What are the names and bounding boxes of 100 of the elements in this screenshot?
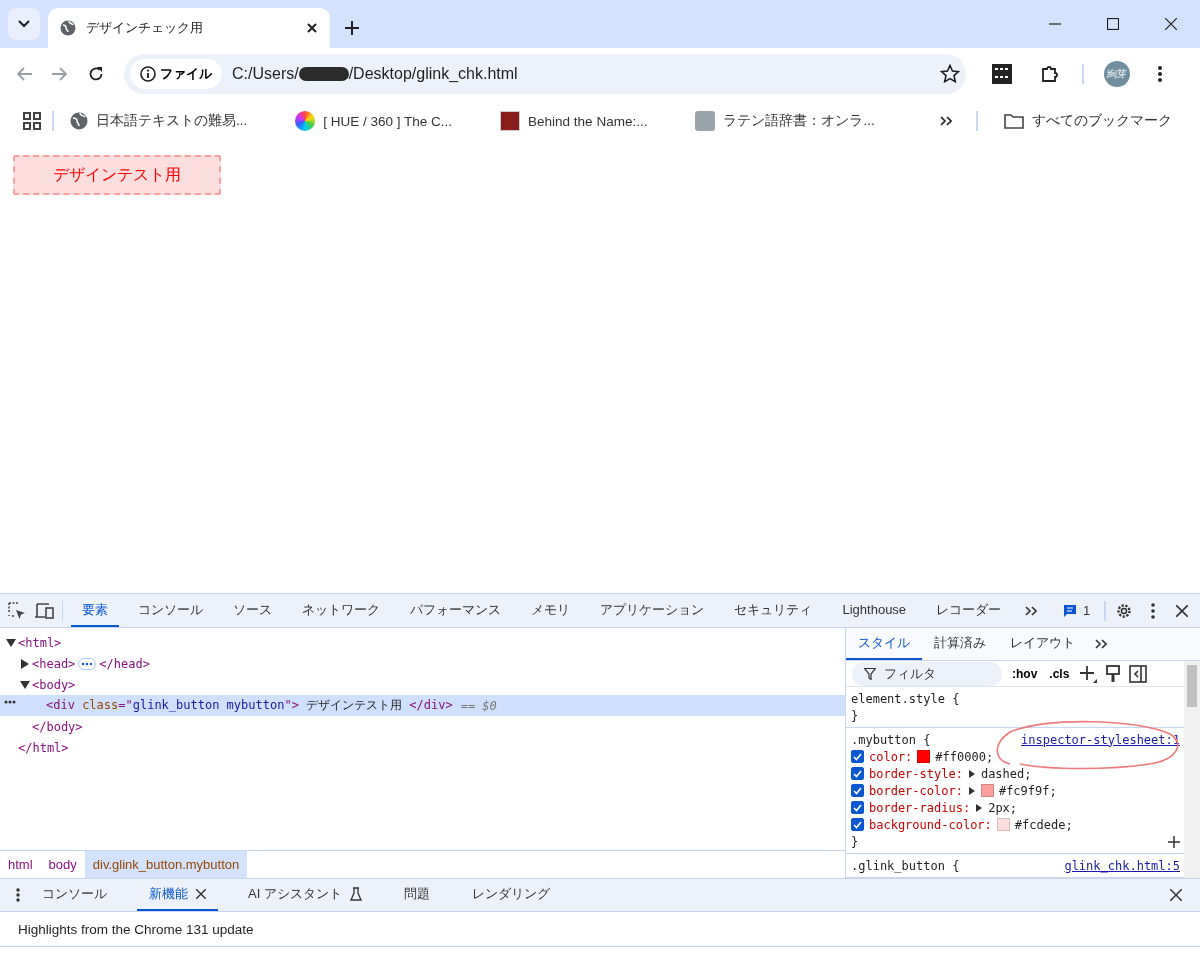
dom-node[interactable]: </html> xyxy=(18,740,69,755)
color-swatch[interactable] xyxy=(917,750,931,763)
binary-code-icon xyxy=(992,64,1012,84)
dom-node[interactable]: </body> xyxy=(32,719,83,734)
css-value: #fcdede; xyxy=(1014,817,1073,832)
drawer-tab[interactable]: コンソール xyxy=(30,879,119,911)
source-link[interactable]: inspector-stylesheet:1 xyxy=(1021,732,1180,747)
css-selector: .mybutton { xyxy=(851,732,931,747)
panel-tab[interactable]: レコーダー xyxy=(925,594,1013,627)
checkbox[interactable] xyxy=(851,784,864,797)
filter-field[interactable]: フィルタ xyxy=(852,661,1002,686)
bookmark-item[interactable]: 日本語テキストの難易... xyxy=(60,108,258,134)
browser-tab[interactable]: デザインチェック用 xyxy=(48,8,330,48)
css-value: 2px; xyxy=(988,800,1018,815)
css-property: border-radius: xyxy=(869,800,971,815)
double-chevron-icon xyxy=(1095,639,1107,649)
url-text: /Desktop/glink_chk.html xyxy=(348,65,518,83)
color-swatch[interactable] xyxy=(996,818,1010,831)
filter-icon xyxy=(864,667,876,680)
collapsed-triangle-icon[interactable] xyxy=(20,658,30,669)
dom-node[interactable]: <body> xyxy=(32,677,76,692)
panel-tab[interactable]: Lighthouse xyxy=(831,594,918,627)
source-link[interactable]: glink_chk.html:5 xyxy=(1064,858,1180,873)
hover-state-toggle[interactable]: :hov xyxy=(1010,666,1040,681)
css-brace: } xyxy=(851,834,859,849)
panel-tab[interactable]: セキュリティ xyxy=(723,594,824,627)
site-logo-icon xyxy=(500,111,521,131)
class-toggle[interactable]: .cls xyxy=(1047,666,1072,681)
more-vertical-icon xyxy=(16,888,20,902)
panel-tab[interactable]: パフォーマンス xyxy=(399,594,513,627)
redaction-mark xyxy=(298,67,349,81)
close-icon[interactable] xyxy=(306,22,318,34)
sidebar-tab[interactable]: レイアウト xyxy=(998,628,1087,660)
dom-node[interactable]: <div class="glink_button mybutton"> デザインテスト用 </div> xyxy=(46,697,453,714)
panel-tab[interactable]: 要素 xyxy=(71,594,120,627)
double-chevron-icon xyxy=(1024,605,1037,616)
panel-tab[interactable]: メモリ xyxy=(520,594,582,627)
selected-row-background[interactable]: <div class="glink_button mybutton"> デザインテスト用 </div> == $0 xyxy=(0,695,845,716)
dom-node[interactable]: </head> xyxy=(99,656,150,671)
css-selector: .glink_button { xyxy=(851,858,960,873)
drawer-tab[interactable]: AI アシスタント xyxy=(236,879,374,911)
sidebar-tab[interactable]: 計算済み xyxy=(922,628,998,660)
panel-tab[interactable]: ソース xyxy=(222,594,284,627)
all-bookmarks-button[interactable]: すべてのブックマーク xyxy=(994,108,1182,134)
breadcrumb[interactable]: body xyxy=(40,851,85,878)
css-brace: } xyxy=(851,708,859,723)
close-icon[interactable] xyxy=(196,889,206,899)
url-text: C:/Users/ xyxy=(232,65,299,83)
site-info-chip[interactable]: ファイル xyxy=(130,59,222,89)
expanded-triangle-icon[interactable] xyxy=(20,679,30,690)
panel-tab[interactable]: ネットワーク xyxy=(291,594,392,627)
device-icon xyxy=(34,602,54,619)
forward-arrow-icon xyxy=(52,67,68,81)
tab-title: デザインチェック用 xyxy=(86,19,204,37)
flask-icon xyxy=(349,887,362,901)
close-icon xyxy=(1170,889,1182,901)
address-bar[interactable]: ファイル C:/Users/ /Desktop/glink_chk.html xyxy=(124,54,966,94)
ellipsis-icon xyxy=(4,700,16,704)
panel-tab[interactable]: コンソール xyxy=(127,594,215,627)
css-property: border-style: xyxy=(869,766,963,781)
breadcrumb[interactable]: html xyxy=(0,851,41,878)
dom-node[interactable]: <html> xyxy=(18,635,62,650)
paint-roller-icon[interactable] xyxy=(1105,664,1122,683)
drawer-tab[interactable]: 問題 xyxy=(391,879,442,911)
plus-icon[interactable] xyxy=(1079,664,1098,683)
star-icon[interactable] xyxy=(940,64,960,84)
more-vertical-icon xyxy=(1150,602,1155,619)
sidebar-toggle-icon[interactable] xyxy=(1129,664,1148,683)
css-value: #ff0000; xyxy=(935,749,994,764)
bookmark-item[interactable]: Behind the Name:... xyxy=(490,107,658,135)
globe-icon xyxy=(70,112,88,130)
double-chevron-icon xyxy=(940,116,952,126)
more-vertical-icon xyxy=(1158,66,1162,82)
back-arrow-icon xyxy=(16,67,32,81)
checkbox[interactable] xyxy=(851,767,864,780)
chevron-down-icon xyxy=(18,20,30,28)
tab-search-button[interactable] xyxy=(8,8,40,40)
close-icon xyxy=(1165,18,1177,30)
scrollbar[interactable] xyxy=(1184,661,1200,878)
sidebar-tab[interactable]: スタイル xyxy=(846,628,922,660)
panel-tab[interactable]: アプリケーション xyxy=(589,594,716,627)
plus-icon[interactable] xyxy=(1168,835,1180,848)
bookmark-item[interactable]: [ HUE / 360 ] The C... xyxy=(285,107,463,135)
issues-counter[interactable]: 1 xyxy=(1056,602,1097,619)
dom-node[interactable]: <head> xyxy=(32,656,76,671)
checkbox[interactable] xyxy=(851,818,864,831)
drawer-tab[interactable]: 新機能 xyxy=(137,879,218,911)
color-swatch[interactable] xyxy=(980,784,994,797)
ellipsis-badge-icon[interactable] xyxy=(78,657,97,670)
breadcrumb[interactable]: div.glink_button.mybutton xyxy=(84,851,248,878)
globe-icon xyxy=(60,20,76,36)
checkbox[interactable] xyxy=(851,750,864,763)
drawer-tab[interactable]: レンダリング xyxy=(459,879,562,911)
css-selector: element.style { xyxy=(851,691,960,706)
maximize-icon xyxy=(1107,18,1119,30)
plus-icon xyxy=(345,21,359,35)
bookmark-item[interactable]: ラテン語辞書：オンラ... xyxy=(685,107,885,135)
grid-icon xyxy=(23,112,41,130)
expanded-triangle-icon[interactable] xyxy=(6,637,16,648)
checkbox[interactable] xyxy=(851,801,864,814)
